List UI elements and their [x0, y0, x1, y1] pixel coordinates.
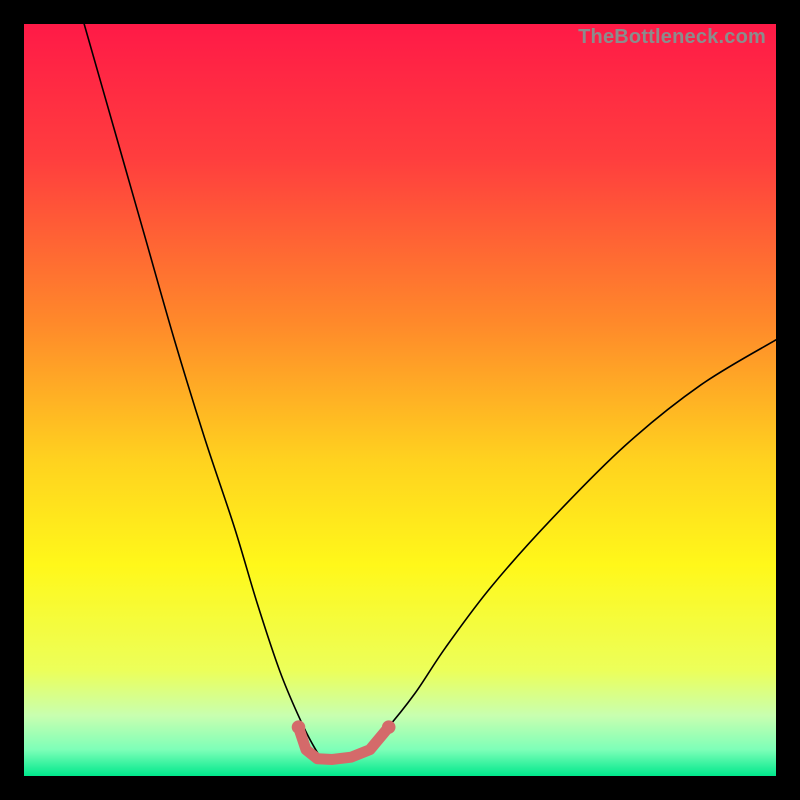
trough-end-left — [292, 720, 306, 734]
plot-area: TheBottleneck.com — [24, 24, 776, 776]
trough-end-right — [382, 720, 396, 734]
chart-frame: TheBottleneck.com — [0, 0, 800, 800]
curve-layer — [24, 24, 776, 776]
bottleneck-curve — [84, 24, 776, 762]
watermark-text: TheBottleneck.com — [578, 26, 766, 49]
